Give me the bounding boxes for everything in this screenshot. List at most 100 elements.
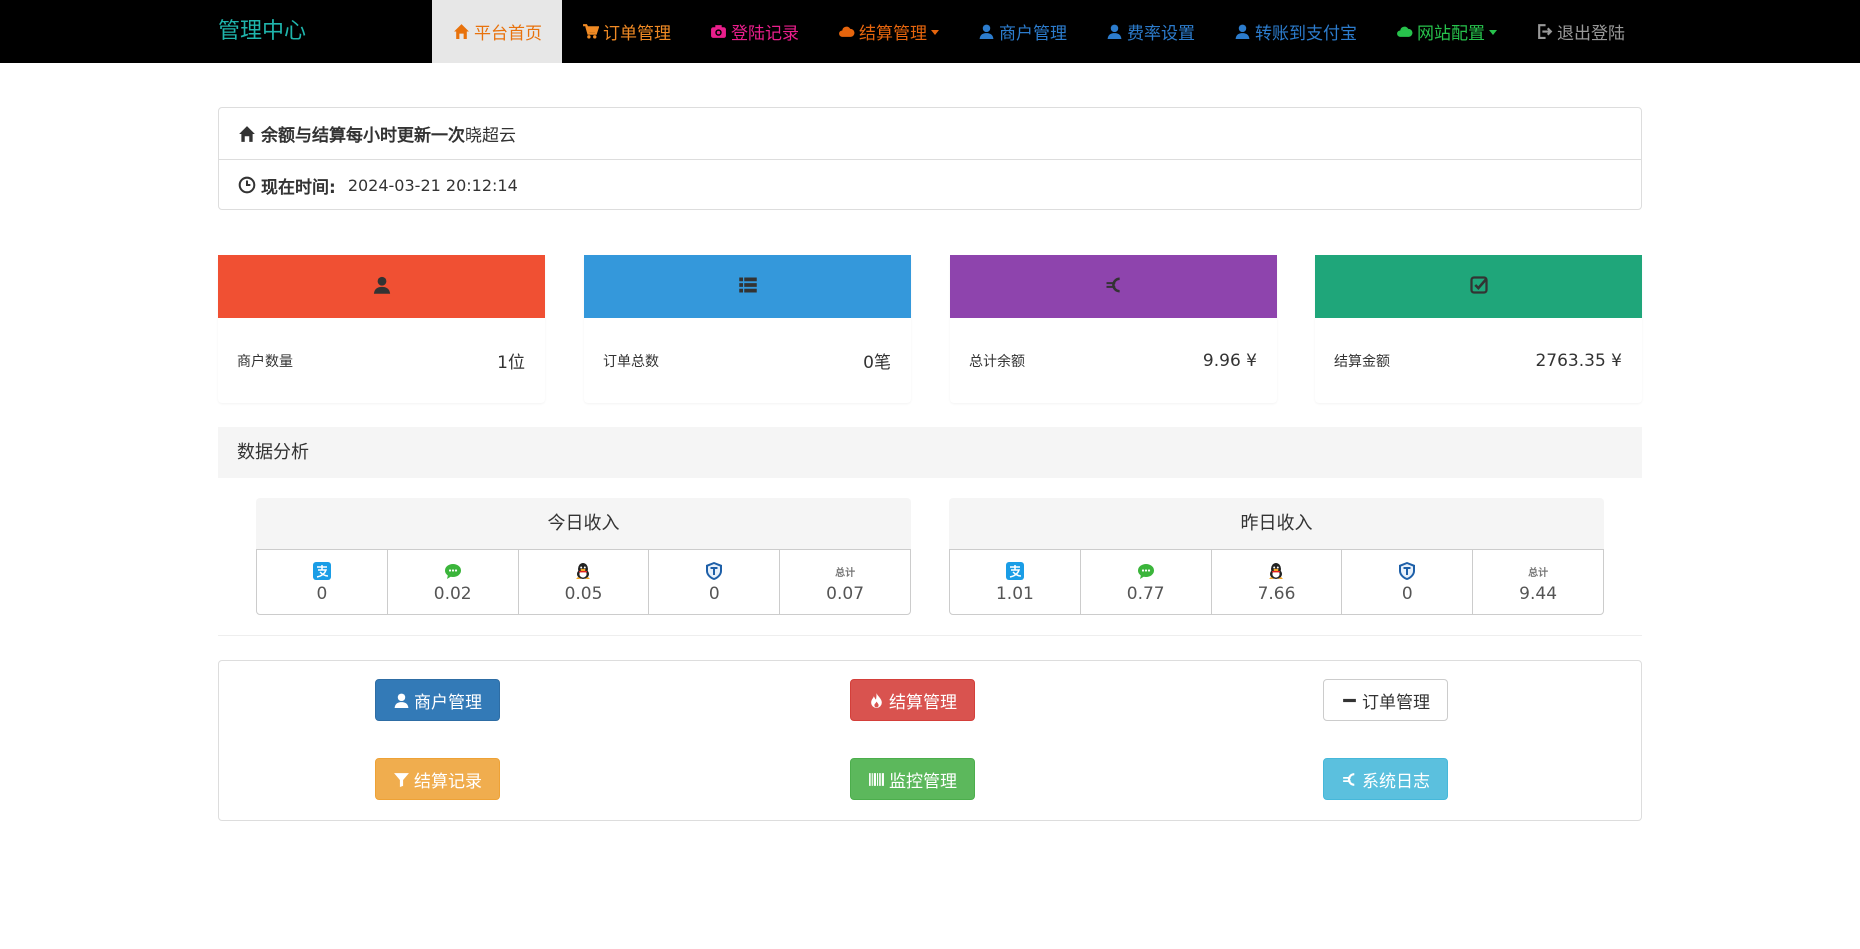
- home-icon: [238, 124, 258, 144]
- tenpay-shield-icon: [1396, 560, 1418, 582]
- income-value: 9.44: [1519, 584, 1558, 604]
- chevron-down-icon: [1489, 30, 1497, 35]
- camera-icon: [709, 23, 727, 41]
- stat-label: 订单总数: [603, 353, 659, 370]
- cloud-icon: [1395, 23, 1413, 41]
- chevron-down-icon: [931, 30, 939, 35]
- stat-label: 商户数量: [237, 353, 293, 370]
- nav-transfer-alipay[interactable]: 转账到支付宝: [1214, 0, 1376, 63]
- stat-card-header: [584, 255, 911, 318]
- income-value: 1.01: [995, 584, 1034, 604]
- cloud-icon: [837, 23, 855, 41]
- stat-card-orders: 订单总数 0笔: [584, 255, 911, 403]
- income-total: 总计 0.07: [780, 550, 910, 614]
- total-label: 总计: [1528, 567, 1549, 579]
- income-value: 0.05: [564, 584, 603, 604]
- current-time-row: 现在时间: 2024-03-21 20:12:14: [219, 159, 1641, 210]
- nav-rates[interactable]: 费率设置: [1086, 0, 1214, 63]
- filter-icon: [394, 772, 409, 787]
- logout-icon: [1535, 23, 1553, 41]
- monitor-management-label: 监控管理: [889, 771, 957, 792]
- income-value: 0: [316, 584, 328, 604]
- merchant-management-label: 商户管理: [414, 692, 482, 713]
- nav-logout[interactable]: 退出登陆: [1516, 0, 1644, 63]
- income-alipay: 0: [257, 550, 388, 614]
- income-tenpay: 0: [1342, 550, 1474, 614]
- fire-icon: [871, 692, 882, 708]
- income-today: 今日收入 0 0.02 0.05 0 总计 0.07: [256, 498, 911, 615]
- nav-merchants[interactable]: 商户管理: [958, 0, 1086, 63]
- order-management-button[interactable]: 订单管理: [1323, 679, 1448, 721]
- qq-penguin-icon: [1265, 560, 1287, 582]
- income-qq: 0.05: [519, 550, 650, 614]
- brand-title[interactable]: 管理中心: [218, 0, 306, 63]
- settlement-management-button[interactable]: 结算管理: [850, 679, 975, 721]
- update-notice-extra: 晓超云: [465, 126, 516, 146]
- info-panel: 余额与结算每小时更新一次 晓超云 现在时间: 2024-03-21 20:12:…: [218, 107, 1642, 210]
- merchant-management-button[interactable]: 商户管理: [375, 679, 500, 721]
- income-tenpay: 0: [649, 550, 781, 614]
- income-today-title: 今日收入: [256, 498, 911, 549]
- system-log-button[interactable]: 系统日志: [1323, 758, 1448, 800]
- minus-icon: [1343, 698, 1356, 702]
- barcode-icon: [869, 772, 884, 786]
- nav-merchants-label: 商户管理: [999, 24, 1067, 44]
- system-log-label: 系统日志: [1362, 771, 1430, 792]
- list-icon: [738, 275, 758, 299]
- income-qq: 7.66: [1212, 550, 1343, 614]
- user-icon: [977, 23, 995, 41]
- nav-logout-label: 退出登陆: [1557, 24, 1625, 44]
- qq-penguin-icon: [572, 560, 594, 582]
- income-value: 0.02: [433, 584, 472, 604]
- stat-card-balance: 总计余额 9.96 ¥: [950, 255, 1277, 403]
- nav-rates-label: 费率设置: [1127, 24, 1195, 44]
- update-notice: 余额与结算每小时更新一次 晓超云: [219, 108, 1641, 159]
- nav-orders-label: 订单管理: [603, 24, 671, 44]
- nav-login-records[interactable]: 登陆记录: [690, 0, 818, 63]
- settlement-record-label: 结算记录: [414, 771, 482, 792]
- clock-icon: [238, 175, 258, 195]
- nav-site-config-label: 网站配置: [1417, 24, 1485, 44]
- check-icon: [1469, 275, 1489, 299]
- user-icon: [1105, 23, 1123, 41]
- income-value: 0: [1401, 584, 1413, 604]
- income-value: 0: [708, 584, 720, 604]
- main-nav: 平台首页 订单管理 登陆记录 结算管理 商户管理 费率设置 转账到支付宝 网站配…: [432, 0, 1644, 63]
- stat-card-settled: 结算金额 2763.35 ¥: [1315, 255, 1642, 403]
- wechat-icon: [442, 560, 464, 582]
- stat-value: 9.96 ¥: [1202, 350, 1257, 371]
- income-value: 0.07: [826, 584, 865, 604]
- nav-settlement-label: 结算管理: [859, 24, 927, 44]
- nav-site-config-dropdown[interactable]: 网站配置: [1376, 0, 1516, 63]
- update-notice-text: 余额与结算每小时更新一次: [261, 126, 465, 146]
- stat-value: 0笔: [863, 353, 891, 373]
- user-icon: [394, 693, 409, 708]
- alipay-icon: [311, 560, 333, 582]
- quick-actions-panel: 商户管理 结算管理 订单管理 结算记录 监控管理 系统日志: [218, 660, 1642, 821]
- nav-transfer-alipay-label: 转账到支付宝: [1255, 24, 1357, 44]
- income-yesterday-title: 昨日收入: [949, 498, 1604, 549]
- home-icon: [452, 23, 470, 41]
- user-icon: [1233, 23, 1251, 41]
- income-yesterday: 昨日收入 1.01 0.77 7.66 0 总计 9.44: [949, 498, 1604, 615]
- monitor-management-button[interactable]: 监控管理: [850, 758, 975, 800]
- wechat-icon: [1135, 560, 1157, 582]
- current-time-label: 现在时间:: [261, 177, 336, 198]
- current-time-value: 2024-03-21 20:12:14: [347, 175, 518, 195]
- analysis-header: 数据分析: [218, 427, 1642, 478]
- settlement-record-button[interactable]: 结算记录: [375, 758, 500, 800]
- nav-home-label: 平台首页: [474, 24, 542, 44]
- income-value: 7.66: [1257, 584, 1296, 604]
- income-wechat: 0.77: [1081, 550, 1212, 614]
- stat-card-header: [218, 255, 545, 318]
- euro-icon: [1104, 275, 1124, 299]
- euro-icon: [1343, 772, 1355, 786]
- stat-label: 结算金额: [1334, 353, 1390, 370]
- stat-label: 总计余额: [969, 353, 1025, 370]
- nav-orders[interactable]: 订单管理: [562, 0, 690, 63]
- stat-value: 1位: [497, 353, 525, 373]
- nav-home[interactable]: 平台首页: [432, 0, 562, 63]
- stat-card-header: [950, 255, 1277, 318]
- stat-value: 2763.35 ¥: [1535, 350, 1622, 371]
- nav-settlement-dropdown[interactable]: 结算管理: [818, 0, 958, 63]
